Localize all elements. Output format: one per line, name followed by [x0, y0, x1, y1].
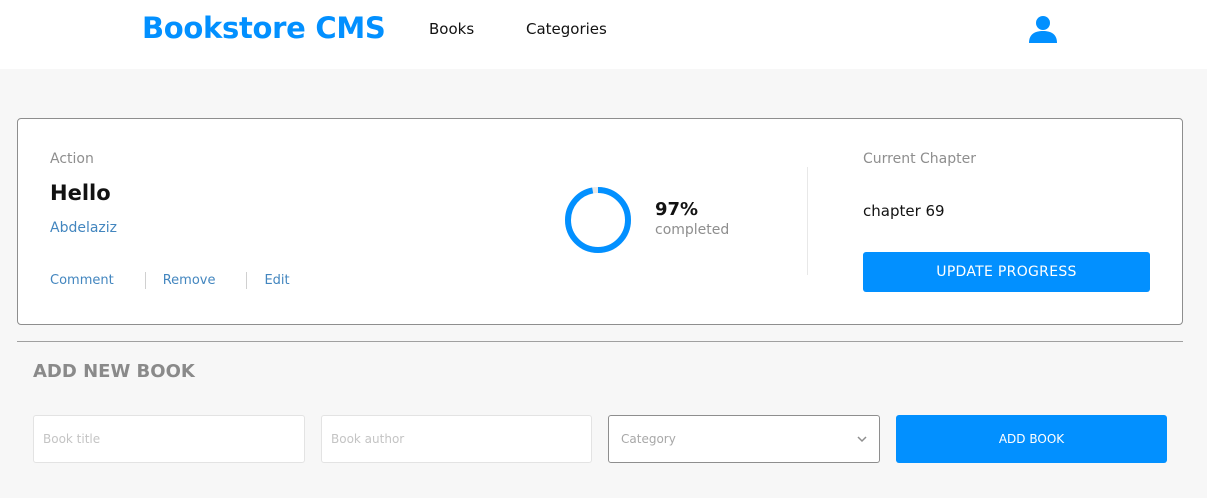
action-divider — [144, 272, 146, 289]
app-header: Bookstore CMS Books Categories — [0, 0, 1207, 69]
book-genre: Action — [50, 151, 94, 167]
progress-arc — [565, 187, 631, 253]
add-book-heading: ADD NEW BOOK — [33, 361, 195, 382]
book-author[interactable]: Abdelaziz — [50, 220, 117, 236]
action-divider — [246, 272, 248, 289]
update-progress-button[interactable]: UPDATE PROGRESS — [863, 252, 1150, 292]
current-chapter-value: chapter 69 — [863, 202, 945, 220]
progress-completed-label: completed — [655, 222, 730, 238]
comment-button[interactable]: Comment — [50, 273, 114, 288]
category-select-value: Category — [621, 432, 676, 446]
category-select[interactable]: Category — [608, 415, 880, 463]
section-divider — [17, 341, 1183, 342]
book-title-input[interactable] — [33, 415, 305, 463]
book-card: Action Hello Abdelaziz Comment Remove Ed… — [17, 118, 1183, 325]
nav-categories-link[interactable]: Categories — [526, 20, 607, 38]
chevron-down-icon — [857, 435, 867, 442]
progress-ring — [565, 187, 631, 253]
app-logo[interactable]: Bookstore CMS — [142, 11, 386, 45]
current-chapter-label: Current Chapter — [863, 151, 977, 167]
book-author-input[interactable] — [321, 415, 592, 463]
edit-button[interactable]: Edit — [264, 273, 289, 288]
user-icon[interactable] — [1028, 15, 1058, 43]
add-book-button[interactable]: ADD BOOK — [896, 415, 1167, 463]
card-divider — [807, 167, 808, 275]
remove-button[interactable]: Remove — [163, 273, 216, 288]
progress-percent: 97% — [655, 199, 699, 220]
nav-books-link[interactable]: Books — [429, 20, 474, 38]
book-actions: Comment Remove Edit — [50, 272, 290, 289]
book-title: Hello — [50, 181, 111, 205]
